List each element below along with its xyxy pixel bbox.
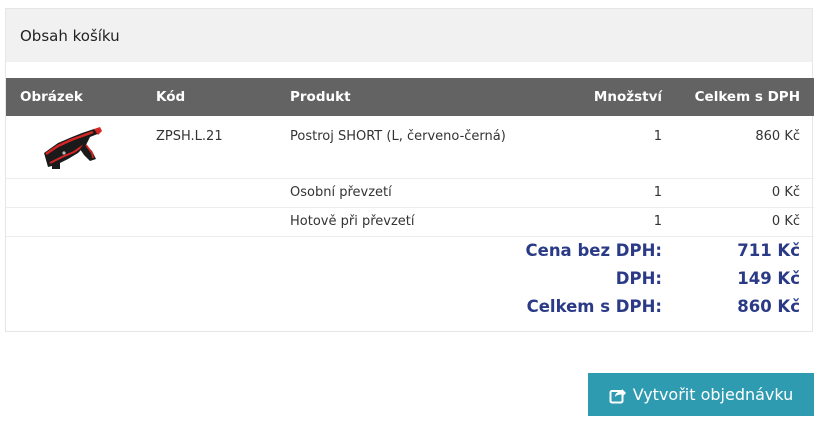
create-order-label: Vytvořit objednávku: [632, 385, 794, 404]
table-row: Osobní převzetí 1 0 Kč: [6, 177, 814, 207]
cart-table-header: Obrázek Kód Produkt Množství Celkem s DP…: [6, 78, 814, 116]
summary-row: Cena bez DPH: 711 Kč: [6, 235, 814, 265]
harness-image[interactable]: [38, 123, 108, 173]
payment-qty: 1: [576, 206, 676, 236]
summary-label-vat: DPH:: [615, 269, 662, 288]
summary-value-net: 711 Kč: [676, 235, 814, 265]
create-order-button[interactable]: Vytvořit objednávku: [588, 373, 814, 416]
column-header-image: Obrázek: [20, 89, 83, 105]
payment-total: 0 Kč: [676, 206, 814, 236]
product-qty: 1: [653, 129, 662, 144]
product-code: ZPSH.L.21: [156, 129, 223, 144]
summary-label-net: Cena bez DPH:: [6, 235, 676, 265]
payment-label: Hotově při převzetí: [276, 206, 576, 236]
column-header-qty: Množství: [593, 89, 662, 105]
table-row: Hotově při převzetí 1 0 Kč: [6, 206, 814, 236]
cart-panel-header: Obsah košíku: [6, 9, 812, 62]
product-name: Postroj SHORT (L, červeno-černá): [290, 129, 506, 144]
product-image-cell: [6, 116, 142, 178]
share-icon: [609, 388, 626, 403]
summary-value-vat: 149 Kč: [737, 269, 800, 288]
column-header-product: Produkt: [290, 89, 351, 105]
product-total: 860 Kč: [755, 129, 800, 144]
summary-label-total: Celkem s DPH:: [526, 297, 662, 316]
column-header-code: Kód: [156, 89, 186, 105]
column-header-total: Celkem s DPH: [694, 89, 800, 105]
summary-row: DPH: 149 Kč: [6, 265, 814, 293]
shipping-total: 0 Kč: [676, 177, 814, 207]
summary-value-total: 860 Kč: [737, 297, 800, 316]
table-row: ZPSH.L.21 Postroj SHORT (L, červeno-čern…: [6, 116, 814, 178]
summary-row: Celkem s DPH: 860 Kč: [6, 293, 814, 321]
cart-panel: Obsah košíku Obrázek Kód Produkt Množstv…: [5, 8, 814, 332]
cart-title: Obsah košíku: [20, 27, 120, 45]
cart-table: Obrázek Kód Produkt Množství Celkem s DP…: [6, 78, 814, 321]
shipping-label: Osobní převzetí: [276, 177, 576, 207]
shipping-qty: 1: [576, 177, 676, 207]
